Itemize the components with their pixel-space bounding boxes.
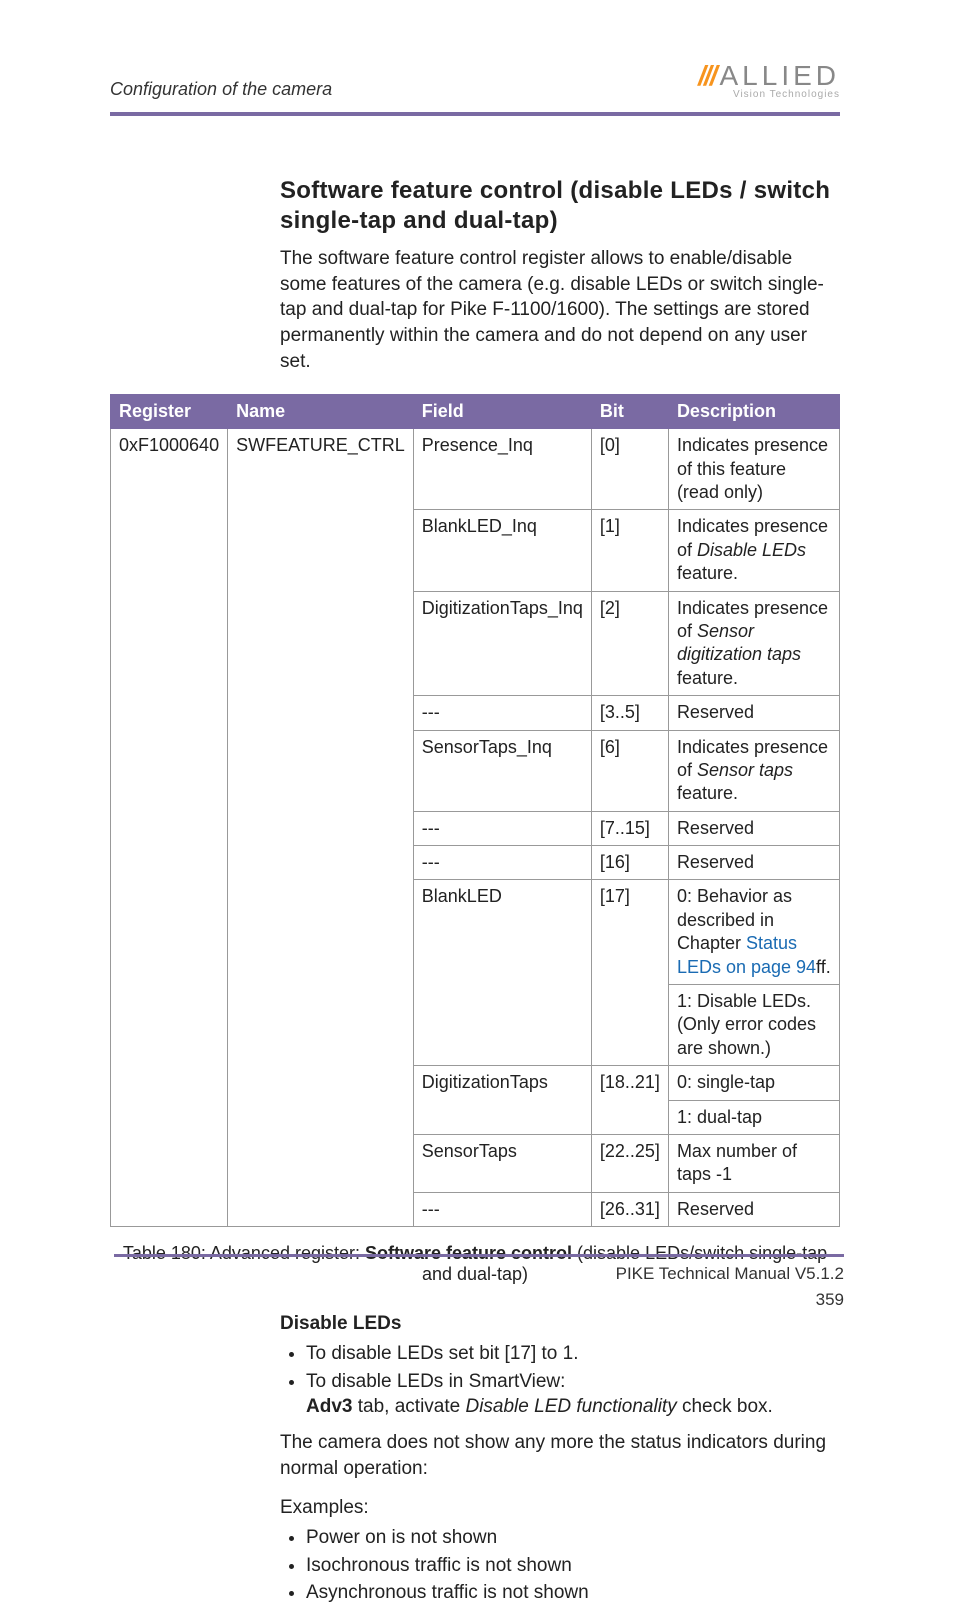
table-row: 1: Disable LEDs. (Only error codes are s… — [111, 985, 840, 1066]
intro-paragraph: The software feature control register al… — [280, 246, 840, 374]
table-row: DigitizationTaps [18..21] 0: single-tap — [111, 1066, 840, 1100]
section-heading: Software feature control (disable LEDs /… — [280, 176, 840, 236]
list-item: To disable LEDs in SmartView: Adv3 tab, … — [306, 1369, 840, 1420]
footer-manual-title: PIKE Technical Manual V5.1.2 — [616, 1264, 844, 1284]
table-row: SensorTaps_Inq [6] Indicates presence of… — [111, 730, 840, 811]
cell-desc: 1: Disable LEDs. (Only error codes are s… — [668, 985, 839, 1066]
table-row: --- [16] Reserved — [111, 846, 840, 880]
cell-bit: [6] — [591, 730, 668, 811]
table-row: --- [7..15] Reserved — [111, 811, 840, 845]
cell-desc: Reserved — [668, 811, 839, 845]
cell-field: --- — [413, 1192, 591, 1226]
page-header: Configuration of the camera ///ALLIED Vi… — [110, 60, 840, 100]
list-item: Asynchronous traffic is not shown — [306, 1580, 840, 1606]
th-field: Field — [413, 395, 591, 429]
cell-field: DigitizationTaps — [413, 1066, 591, 1100]
th-register: Register — [111, 395, 228, 429]
table-row: BlankLED_Inq [1] Indicates presence of D… — [111, 510, 840, 591]
table-row: --- [3..5] Reserved — [111, 696, 840, 730]
cell-bit: [18..21] — [591, 1066, 668, 1100]
cell-field: DigitizationTaps_Inq — [413, 591, 591, 696]
bullet-list: Power on is not shown Isochronous traffi… — [280, 1525, 840, 1606]
cell-field: Presence_Inq — [413, 429, 591, 510]
cell-field: BlankLED — [413, 880, 591, 985]
cell-desc: 0: Behavior as described in Chapter Stat… — [668, 880, 839, 985]
cell-field: SensorTaps_Inq — [413, 730, 591, 811]
table-row: 0xF1000640 SWFEATURE_CTRL Presence_Inq [… — [111, 429, 840, 510]
page-footer: PIKE Technical Manual V5.1.2 359 — [616, 1264, 844, 1310]
list-item: Power on is not shown — [306, 1525, 840, 1551]
cell-desc: Max number of taps -1 — [668, 1134, 839, 1192]
cell-bit: [26..31] — [591, 1192, 668, 1226]
cell-bit: [2] — [591, 591, 668, 696]
cell-field: --- — [413, 811, 591, 845]
cell-bit: [17] — [591, 880, 668, 985]
list-item: To disable LEDs set bit [17] to 1. — [306, 1341, 840, 1367]
cell-field: SensorTaps — [413, 1134, 591, 1192]
cell-desc: 0: single-tap — [668, 1066, 839, 1100]
cell-desc: Indicates presence of Sensor taps featur… — [668, 730, 839, 811]
cell-register: 0xF1000640 — [111, 429, 228, 510]
cell-bit: [3..5] — [591, 696, 668, 730]
register-table: Register Name Field Bit Description 0xF1… — [110, 394, 840, 1227]
th-bit: Bit — [591, 395, 668, 429]
cell-bit: [7..15] — [591, 811, 668, 845]
table-row: 1: dual-tap — [111, 1100, 840, 1134]
cell-desc: Indicates presence of Sensor digitizatio… — [668, 591, 839, 696]
cell-desc: Reserved — [668, 846, 839, 880]
cell-desc: Indicates presence of Disable LEDs featu… — [668, 510, 839, 591]
cell-bit: [0] — [591, 429, 668, 510]
header-section-title: Configuration of the camera — [110, 79, 332, 100]
cell-bit: [1] — [591, 510, 668, 591]
cell-bit: [22..25] — [591, 1134, 668, 1192]
logo-subtext: Vision Technologies — [698, 90, 840, 100]
cell-desc: Indicates presence of this feature (read… — [668, 429, 839, 510]
list-item: Isochronous traffic is not shown — [306, 1553, 840, 1579]
cell-field: BlankLED_Inq — [413, 510, 591, 591]
footer-page-number: 359 — [616, 1290, 844, 1310]
body-paragraph: The camera does not show any more the st… — [280, 1430, 840, 1481]
header-rule — [110, 112, 840, 116]
th-description: Description — [668, 395, 839, 429]
cell-desc: Reserved — [668, 1192, 839, 1226]
table-header-row: Register Name Field Bit Description — [111, 395, 840, 429]
brand-logo: ///ALLIED Vision Technologies — [698, 62, 840, 100]
cell-name: SWFEATURE_CTRL — [228, 429, 414, 510]
table-row: --- [26..31] Reserved — [111, 1192, 840, 1226]
logo-text: ALLIED — [720, 60, 841, 91]
subsection-heading: Disable LEDs — [280, 1313, 840, 1335]
cell-bit: [16] — [591, 846, 668, 880]
cell-desc: 1: dual-tap — [668, 1100, 839, 1134]
cell-desc: Reserved — [668, 696, 839, 730]
table-row: DigitizationTaps_Inq [2] Indicates prese… — [111, 591, 840, 696]
table-row: BlankLED [17] 0: Behavior as described i… — [111, 880, 840, 985]
th-name: Name — [228, 395, 414, 429]
body-paragraph: Examples: — [280, 1495, 840, 1521]
table-row: SensorTaps [22..25] Max number of taps -… — [111, 1134, 840, 1192]
cell-field: --- — [413, 696, 591, 730]
bullet-list: To disable LEDs set bit [17] to 1. To di… — [280, 1341, 840, 1420]
cell-field: --- — [413, 846, 591, 880]
footer-rule — [114, 1254, 844, 1257]
